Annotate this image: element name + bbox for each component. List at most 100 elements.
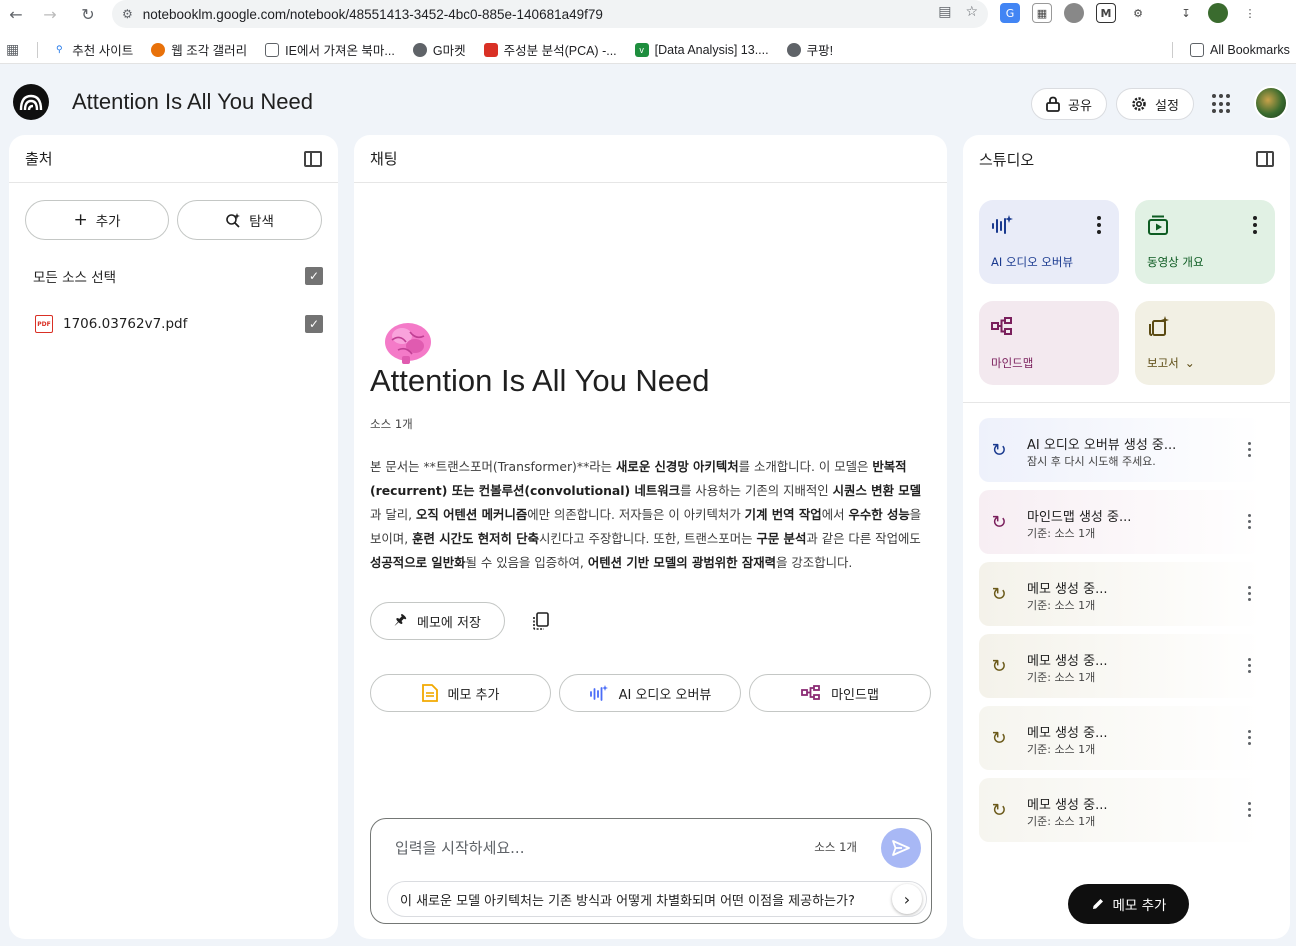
pin-icon: 🖈 — [394, 612, 407, 628]
more-options-icon[interactable] — [1253, 216, 1257, 234]
generating-item[interactable]: ↻ AI 오디오 오버뷰 생성 중... 잠시 후 다시 시도해 주세요. — [979, 418, 1261, 482]
bookmark-item[interactable]: ⚲ 추천 사이트 — [52, 40, 133, 59]
generating-item[interactable]: ↻ 메모 생성 중... 기준: 소스 1개 — [979, 706, 1261, 770]
forward-icon[interactable]: → — [40, 4, 60, 24]
globe-icon — [786, 42, 801, 57]
profile-icon[interactable] — [1208, 3, 1228, 23]
generating-title: 메모 생성 중... — [1027, 726, 1108, 741]
google-apps-icon[interactable] — [1212, 94, 1232, 114]
audio-overview-button[interactable]: AI 오디오 오버뷰 — [559, 674, 741, 712]
summary-text: 를 사용하는 기존의 지배적인 — [680, 483, 833, 498]
extension-icon[interactable] — [1064, 3, 1084, 23]
more-options-icon[interactable] — [1248, 730, 1251, 745]
browser-toolbar: ← → ↻ ⚙ notebooklm.google.com/notebook/4… — [0, 0, 1296, 28]
select-all-sources[interactable]: 모든 소스 선택 ✓ — [33, 261, 323, 291]
generating-subtitle: 기준: 소스 1개 — [1027, 743, 1096, 756]
report-icon — [1149, 316, 1169, 336]
extension-icon[interactable]: M — [1096, 3, 1116, 23]
source-item[interactable]: PDF 1706.03762v7.pdf ✓ — [35, 309, 323, 339]
avatar[interactable] — [1254, 86, 1288, 120]
input-source-count: 소스 1개 — [814, 840, 857, 854]
bookmark-favicon — [151, 42, 166, 57]
generating-item[interactable]: ↻ 메모 생성 중... 기준: 소스 1개 — [979, 562, 1261, 626]
video-overview-tile[interactable]: 동영상 개요 — [1135, 200, 1275, 284]
summary-emphasis: 구문 분석 — [756, 531, 807, 546]
audio-waveform-icon — [992, 215, 1013, 234]
send-button[interactable] — [881, 828, 921, 868]
more-options-icon[interactable] — [1248, 658, 1251, 673]
settings-button[interactable]: 설정 — [1116, 88, 1194, 120]
sync-icon: ↻ — [991, 511, 1007, 533]
bookmark-item[interactable]: IE에서 가져온 북마... — [265, 40, 395, 59]
more-options-icon[interactable] — [1248, 802, 1251, 817]
summary-text: 에만 의존합니다. 저자들은 이 아키텍처가 — [527, 507, 745, 522]
mindmap-tile-label: 마인드맵 — [991, 356, 1034, 370]
globe-icon — [412, 42, 427, 57]
bookmark-item[interactable]: 쿠팡! — [786, 40, 833, 59]
bookmark-label: 주성분 분석(PCA) -... — [503, 44, 617, 58]
bookmark-label: 웹 조각 갤러리 — [171, 44, 248, 58]
share-button[interactable]: 공유 — [1031, 88, 1107, 120]
add-source-button[interactable]: + 추가 — [25, 200, 169, 240]
apps-icon[interactable]: ▦ — [6, 41, 19, 58]
extension-icon[interactable]: ▦ — [1032, 3, 1052, 23]
copy-icon[interactable] — [531, 611, 551, 631]
collapse-panel-icon[interactable] — [304, 150, 322, 167]
chevron-right-icon[interactable]: › — [892, 884, 922, 914]
bookmark-item[interactable]: v [Data Analysis] 13.... — [634, 42, 769, 57]
chat-title: 채팅 — [370, 150, 398, 168]
report-tile-label: 보고서 ⌄ — [1147, 355, 1195, 371]
select-all-checkbox[interactable]: ✓ — [305, 267, 323, 285]
report-tile[interactable]: 보고서 ⌄ — [1135, 301, 1275, 385]
translate-extension-icon[interactable]: G — [1000, 3, 1020, 23]
add-source-label: 추가 — [95, 214, 121, 230]
back-icon[interactable]: ← — [6, 4, 26, 24]
more-options-icon[interactable] — [1248, 586, 1251, 601]
select-all-label: 모든 소스 선택 — [33, 270, 117, 286]
summary-emphasis: 어텐션 기반 모델의 광범위한 잠재력 — [587, 555, 777, 570]
save-to-note-button[interactable]: 🖈 메모에 저장 — [370, 602, 505, 640]
sync-icon: ↻ — [991, 583, 1007, 605]
address-bar[interactable]: ⚙ notebooklm.google.com/notebook/4855141… — [112, 0, 988, 28]
notebook-title: Attention Is All You Need — [370, 363, 710, 398]
notebooklm-logo-icon[interactable] — [13, 84, 49, 120]
bookmark-star-icon[interactable]: ☆ — [965, 4, 978, 20]
bookmark-item[interactable]: 주성분 분석(PCA) -... — [483, 40, 617, 59]
divider — [1172, 42, 1173, 58]
add-note-action-button[interactable]: 메모 추가 — [370, 674, 551, 712]
download-icon[interactable]: ↧ — [1176, 3, 1196, 23]
explore-button[interactable]: 탐색 — [177, 200, 322, 240]
mindmap-button[interactable]: 마인드맵 — [749, 674, 931, 712]
generating-subtitle: 기준: 소스 1개 — [1027, 527, 1096, 540]
chevron-down-icon[interactable]: ⌄ — [1185, 356, 1195, 370]
generating-item[interactable]: ↻ 메모 생성 중... 기준: 소스 1개 — [979, 634, 1261, 698]
source-checkbox[interactable]: ✓ — [305, 315, 323, 333]
site-info-icon[interactable]: ⚙ — [122, 7, 133, 21]
more-options-icon[interactable] — [1097, 216, 1101, 234]
generating-item[interactable]: ↻ 마인드맵 생성 중... 기준: 소스 1개 — [979, 490, 1261, 554]
chat-input[interactable]: 입력을 시작하세요... — [395, 837, 524, 858]
all-bookmarks[interactable]: All Bookmarks — [1190, 42, 1290, 57]
share-label: 공유 — [1068, 98, 1092, 114]
bookmark-label: 추천 사이트 — [72, 44, 134, 58]
bookmark-item[interactable]: G마켓 — [412, 40, 466, 59]
bookmark-item[interactable]: 웹 조각 갤러리 — [151, 40, 247, 59]
suggested-question-text: 이 새로운 모델 아키텍처는 기존 방식과 어떻게 차별화되며 어떤 이점을 제… — [400, 893, 855, 909]
menu-kebab-icon[interactable]: ⋮ — [1240, 3, 1260, 23]
suggested-question[interactable]: 이 새로운 모델 아키텍처는 기존 방식과 어떻게 차별화되며 어떤 이점을 제… — [387, 881, 927, 917]
add-note-label: 메모 추가 — [1112, 898, 1167, 914]
mindmap-tile[interactable]: 마인드맵 — [979, 301, 1119, 385]
logo-mark — [19, 94, 43, 111]
mindmap-icon — [801, 685, 820, 700]
add-note-button[interactable]: 메모 추가 — [1068, 884, 1189, 924]
more-options-icon[interactable] — [1248, 442, 1251, 457]
audio-overview-tile[interactable]: AI 오디오 오버뷰 — [979, 200, 1119, 284]
install-app-icon[interactable]: ▤ — [938, 4, 951, 20]
summary-text: 에서 — [821, 507, 849, 522]
generating-item[interactable]: ↻ 메모 생성 중... 기준: 소스 1개 — [979, 778, 1261, 842]
page-title[interactable]: Attention Is All You Need — [72, 89, 313, 115]
collapse-panel-icon[interactable] — [1256, 151, 1274, 167]
puzzle-icon[interactable]: ⚙ — [1128, 3, 1148, 23]
reload-icon[interactable]: ↻ — [78, 4, 98, 24]
more-options-icon[interactable] — [1248, 514, 1251, 529]
